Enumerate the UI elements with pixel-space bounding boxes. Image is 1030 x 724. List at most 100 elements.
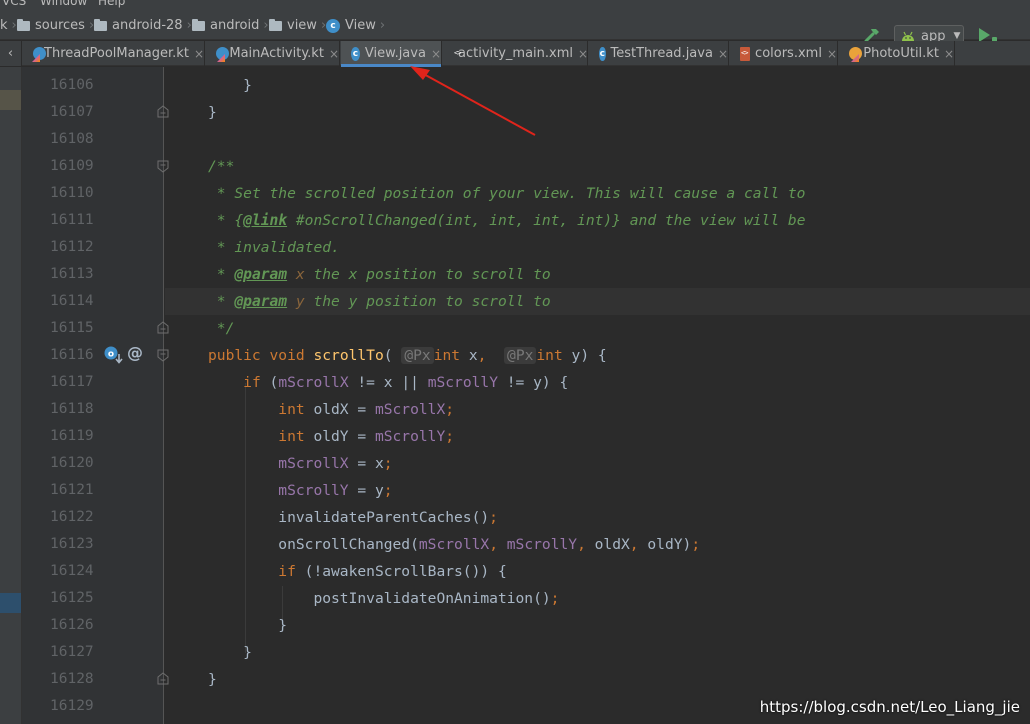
fold-start-icon[interactable]	[156, 348, 170, 362]
code-line-16120: mScrollX = x;	[278, 455, 393, 472]
doc-comment: *	[216, 293, 235, 310]
tab-photoutil-kt[interactable]: PhotoUtil.kt ×	[839, 41, 955, 66]
tab-scroll-left[interactable]: ‹	[0, 41, 22, 66]
line-number: 16117	[50, 374, 94, 390]
doc-comment: #onScrollChanged(int, int, int, int)} an…	[287, 212, 806, 229]
line-number: 16107	[50, 104, 94, 120]
kotlin-file-icon	[849, 46, 862, 61]
line-number: 16114	[50, 293, 94, 309]
menu-vcs[interactable]: VCS	[2, 0, 26, 8]
doc-comment: the x position to scroll to	[304, 266, 551, 283]
breadcrumb-item-view-class[interactable]: c View ›	[326, 17, 385, 34]
parameter: x	[468, 347, 478, 364]
tab-label: activity_main.xml	[458, 46, 574, 61]
folder-icon	[94, 18, 107, 31]
line-number: 16109	[50, 158, 94, 174]
doc-param-name: y	[287, 293, 305, 310]
code-text: }	[208, 104, 217, 121]
annotation-hint: @Px	[401, 347, 434, 364]
code-text: }	[243, 77, 252, 94]
strip-marker	[0, 90, 21, 110]
folder-icon	[17, 18, 30, 31]
tab-label: colors.xml	[755, 46, 822, 61]
breadcrumb-label: android	[210, 18, 260, 33]
tab-activity-main-xml[interactable]: activity_main.xml ×	[443, 41, 588, 66]
run-icon[interactable]	[979, 28, 990, 42]
field: mScrollX	[278, 374, 349, 391]
chevron-right-icon: ›	[11, 18, 17, 33]
code-line-16113: * @param x the x position to scroll to	[208, 261, 551, 288]
close-icon[interactable]: ×	[194, 47, 204, 61]
field: mScrollY	[374, 428, 446, 445]
close-icon[interactable]: ×	[431, 47, 441, 61]
fold-end-icon[interactable]	[156, 672, 170, 686]
close-icon[interactable]: ×	[718, 47, 728, 61]
code-line-16116: public void scrollTo( @Px int x, @Px int y…	[208, 347, 607, 364]
code-text: oldY =	[304, 428, 375, 445]
line-number: 16125	[50, 590, 94, 606]
breadcrumb-item-android[interactable]: android ›	[192, 17, 269, 34]
method-name[interactable]: scrollTo	[313, 347, 383, 364]
field: mScrollX	[278, 455, 349, 472]
code-line-16124: if (!awakenScrollBars()) {	[208, 558, 506, 585]
editor-tab-bar: ‹ ThreadPoolManager.kt × MainActivity.kt…	[0, 41, 1030, 67]
breadcrumb-fragment[interactable]: k ›	[0, 17, 17, 34]
code-line-16109: /**	[208, 153, 234, 180]
class-icon: c	[326, 18, 340, 33]
tab-label: PhotoUtil.kt	[863, 46, 939, 61]
tab-mainactivity[interactable]: MainActivity.kt ×	[206, 41, 340, 66]
line-number: 16122	[50, 509, 94, 525]
code-text: invalidateParentCaches()	[278, 509, 490, 526]
tab-view-java[interactable]: c View.java ×	[341, 41, 442, 67]
close-icon[interactable]: ×	[329, 47, 339, 61]
line-number: 16128	[50, 671, 94, 687]
fold-end-icon[interactable]	[156, 105, 170, 119]
code-line-16126: }	[208, 612, 287, 639]
keyword: void	[269, 347, 305, 364]
tab-label: MainActivity.kt	[229, 46, 324, 61]
annotation-marker-icon[interactable]: @	[127, 343, 143, 362]
breadcrumb-item-android-28[interactable]: android-28 ›	[94, 17, 192, 34]
fold-start-icon[interactable]	[156, 159, 170, 173]
doc-tag: @param	[234, 266, 288, 283]
code-text: oldY	[647, 536, 683, 553]
doc-comment: /**	[208, 158, 235, 175]
doc-comment: * {	[216, 212, 244, 229]
breadcrumb-fragment-label: k	[0, 18, 8, 33]
code-line-16122: invalidateParentCaches();	[278, 509, 498, 526]
code-line-16106: }	[208, 72, 252, 99]
code-text: != x ||	[348, 374, 428, 391]
tab-label: View.java	[364, 46, 426, 61]
overrides-method-icon[interactable]: o	[103, 345, 123, 365]
doc-tag: @link	[243, 212, 288, 229]
line-number: 16123	[50, 536, 94, 552]
field: mScrollX	[418, 536, 490, 553]
close-icon[interactable]: ×	[578, 47, 588, 61]
tab-testthread-java[interactable]: c TestThread.java ×	[589, 41, 729, 66]
editor-gutter[interactable]: 16106 16107 16108 16109 16110 16111 1611…	[22, 67, 169, 724]
kotlin-class-icon	[33, 46, 46, 61]
breadcrumb-label: view	[287, 18, 317, 33]
doc-param-name: x	[287, 266, 305, 283]
fold-end-icon[interactable]	[156, 321, 170, 335]
chevron-right-icon: ›	[379, 18, 386, 33]
menu-window[interactable]: Window	[40, 0, 87, 8]
line-number: 16112	[50, 239, 94, 255]
folder-icon	[269, 18, 282, 31]
breadcrumb-item-sources[interactable]: sources ›	[17, 17, 94, 34]
code-line-16107: }	[208, 99, 217, 126]
close-icon[interactable]: ×	[944, 47, 954, 61]
breadcrumb-item-view[interactable]: view ›	[269, 17, 326, 34]
code-text: onScrollChanged(	[278, 536, 419, 553]
line-number: 16108	[50, 131, 94, 147]
chevron-right-icon: ›	[186, 18, 192, 33]
menu-help[interactable]: Help	[98, 0, 125, 8]
tab-threadpoolmanager[interactable]: ThreadPoolManager.kt ×	[23, 41, 205, 66]
close-icon[interactable]: ×	[827, 47, 837, 61]
doc-comment: * invalidated.	[216, 239, 340, 256]
field: mScrollX	[374, 401, 446, 418]
breadcrumb-label: sources	[35, 18, 85, 33]
tab-colors-xml[interactable]: colors.xml ×	[730, 41, 838, 66]
kotlin-class-icon	[216, 46, 229, 61]
menu-bar: VCS Window Help	[0, 0, 1030, 10]
